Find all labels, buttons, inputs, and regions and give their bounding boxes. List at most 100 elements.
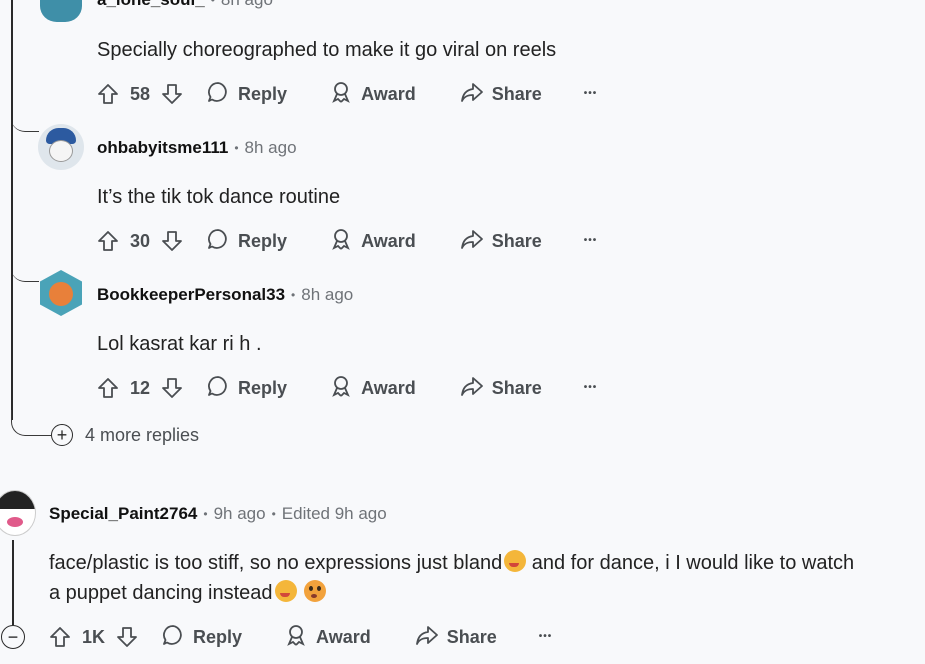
comment-meta: Special_Paint2764 • 9h ago • Edited 9h a… [49, 504, 387, 524]
avatar[interactable] [0, 490, 36, 536]
share-arrow-icon [415, 623, 439, 652]
vote-count: 1K [82, 626, 106, 647]
comment-body-line-2: a puppet dancing instead [49, 578, 854, 608]
reply-button[interactable]: Reply [161, 623, 242, 652]
comment-edited: Edited 9h ago [281, 504, 387, 523]
award-button[interactable]: Award [284, 623, 371, 652]
ellipsis-icon[interactable]: ••• [584, 383, 598, 393]
avatar-cheek [7, 517, 23, 527]
share-button[interactable]: Share [460, 80, 542, 109]
avatar[interactable] [38, 124, 84, 170]
share-arrow-icon [460, 80, 484, 109]
avatar[interactable] [40, 270, 82, 316]
reply-label: Reply [238, 230, 288, 251]
comment-author[interactable]: ohbabyitsme111 [97, 138, 228, 158]
more-replies-button[interactable]: + 4 more replies [51, 424, 199, 446]
vote-count: 30 [130, 230, 151, 251]
avatar-face [49, 140, 73, 162]
comment-body: Lol kasrat kar ri h . [97, 333, 262, 355]
award-icon [329, 227, 353, 256]
award-button[interactable]: Award [329, 80, 416, 109]
speech-bubble-icon [161, 623, 185, 652]
award-icon [329, 80, 353, 109]
comment-body: face/plastic is too stiff, so no express… [49, 548, 854, 608]
ellipsis-icon[interactable]: ••• [584, 236, 598, 246]
comment-author[interactable]: Special_Paint2764 [49, 504, 197, 524]
comment-actions: 30 Reply Award Share ••• [96, 226, 597, 256]
arrow-up-icon[interactable] [48, 625, 72, 649]
thread-line-top-level [12, 540, 14, 625]
share-button[interactable]: Share [415, 623, 497, 652]
separator-dot: • [203, 507, 208, 521]
comment-time: 9h ago [213, 504, 266, 523]
avatar[interactable] [40, 0, 82, 22]
reply-label: Reply [238, 377, 288, 398]
thread-connector-3 [11, 258, 39, 282]
share-button[interactable]: Share [460, 374, 542, 403]
award-icon [329, 374, 353, 403]
comment-time: 8h ago [244, 138, 297, 157]
reply-button[interactable]: Reply [206, 227, 287, 256]
award-icon [284, 623, 308, 652]
separator-dot: • [234, 141, 239, 155]
arrow-down-icon[interactable] [115, 625, 139, 649]
drooling-emoji-icon [274, 580, 297, 602]
comment-time: 8h ago [301, 285, 354, 304]
award-label: Award [361, 83, 416, 104]
drooling-emoji-icon [504, 550, 527, 572]
award-label: Award [316, 626, 371, 647]
vote-count: 58 [130, 83, 151, 104]
minus-circle-icon[interactable]: − [1, 625, 25, 649]
share-label: Share [491, 230, 542, 251]
comment-meta: ohbabyitsme111 • 8h ago [97, 138, 297, 158]
comment-author[interactable]: a_lone_soul_ [97, 0, 205, 10]
vote-group: 12 [96, 376, 184, 400]
ellipsis-icon[interactable]: ••• [539, 632, 553, 642]
speech-bubble-icon [206, 227, 230, 256]
avatar-face [49, 282, 73, 306]
reply-button[interactable]: Reply [206, 374, 287, 403]
award-button[interactable]: Award [329, 227, 416, 256]
reply-button[interactable]: Reply [206, 80, 287, 109]
award-button[interactable]: Award [329, 374, 416, 403]
separator-dot: • [291, 288, 296, 302]
avatar-hair [0, 491, 35, 509]
share-arrow-icon [460, 227, 484, 256]
comment-body-text-2: a puppet dancing instead [49, 582, 273, 604]
plus-circle-icon: + [51, 424, 73, 446]
comment-actions: 1K Reply Award Share ••• [48, 622, 552, 652]
separator-dot: • [271, 507, 276, 521]
ellipsis-icon[interactable]: ••• [584, 89, 598, 99]
comment-meta: a_lone_soul_ • 8h ago [97, 0, 273, 10]
reply-label: Reply [193, 626, 243, 647]
arrow-down-icon[interactable] [160, 229, 184, 253]
speech-bubble-icon [206, 80, 230, 109]
thread-line-parent [11, 0, 13, 420]
award-label: Award [361, 230, 416, 251]
more-replies-label: 4 more replies [85, 424, 200, 445]
reply-label: Reply [238, 83, 288, 104]
vote-count: 12 [130, 377, 151, 398]
comment-time: 8h ago [221, 0, 273, 10]
share-label: Share [491, 83, 542, 104]
arrow-up-icon[interactable] [96, 82, 120, 106]
arrow-down-icon[interactable] [160, 376, 184, 400]
share-label: Share [446, 626, 497, 647]
comment-body: Specially choreographed to make it go vi… [97, 39, 557, 61]
share-button[interactable]: Share [460, 227, 542, 256]
comment-actions: 58 Reply Award Share ••• [96, 79, 597, 109]
share-label: Share [491, 377, 542, 398]
arrow-down-icon[interactable] [160, 82, 184, 106]
comment-author[interactable]: BookkeeperPersonal33 [97, 285, 285, 305]
arrow-up-icon[interactable] [96, 376, 120, 400]
speech-bubble-icon [206, 374, 230, 403]
arrow-up-icon[interactable] [96, 229, 120, 253]
vote-group: 1K [48, 625, 139, 649]
vote-group: 30 [96, 229, 184, 253]
comment-body: It’s the tik tok dance routine [97, 186, 341, 208]
comment-body-line-1: face/plastic is too stiff, so no express… [49, 548, 854, 578]
comment-body-text-1b: and for dance, i I would like to watch [526, 552, 855, 574]
comment-actions: 12 Reply Award Share ••• [96, 373, 597, 403]
thread-connector-2 [11, 110, 39, 132]
vote-group: 58 [96, 82, 184, 106]
